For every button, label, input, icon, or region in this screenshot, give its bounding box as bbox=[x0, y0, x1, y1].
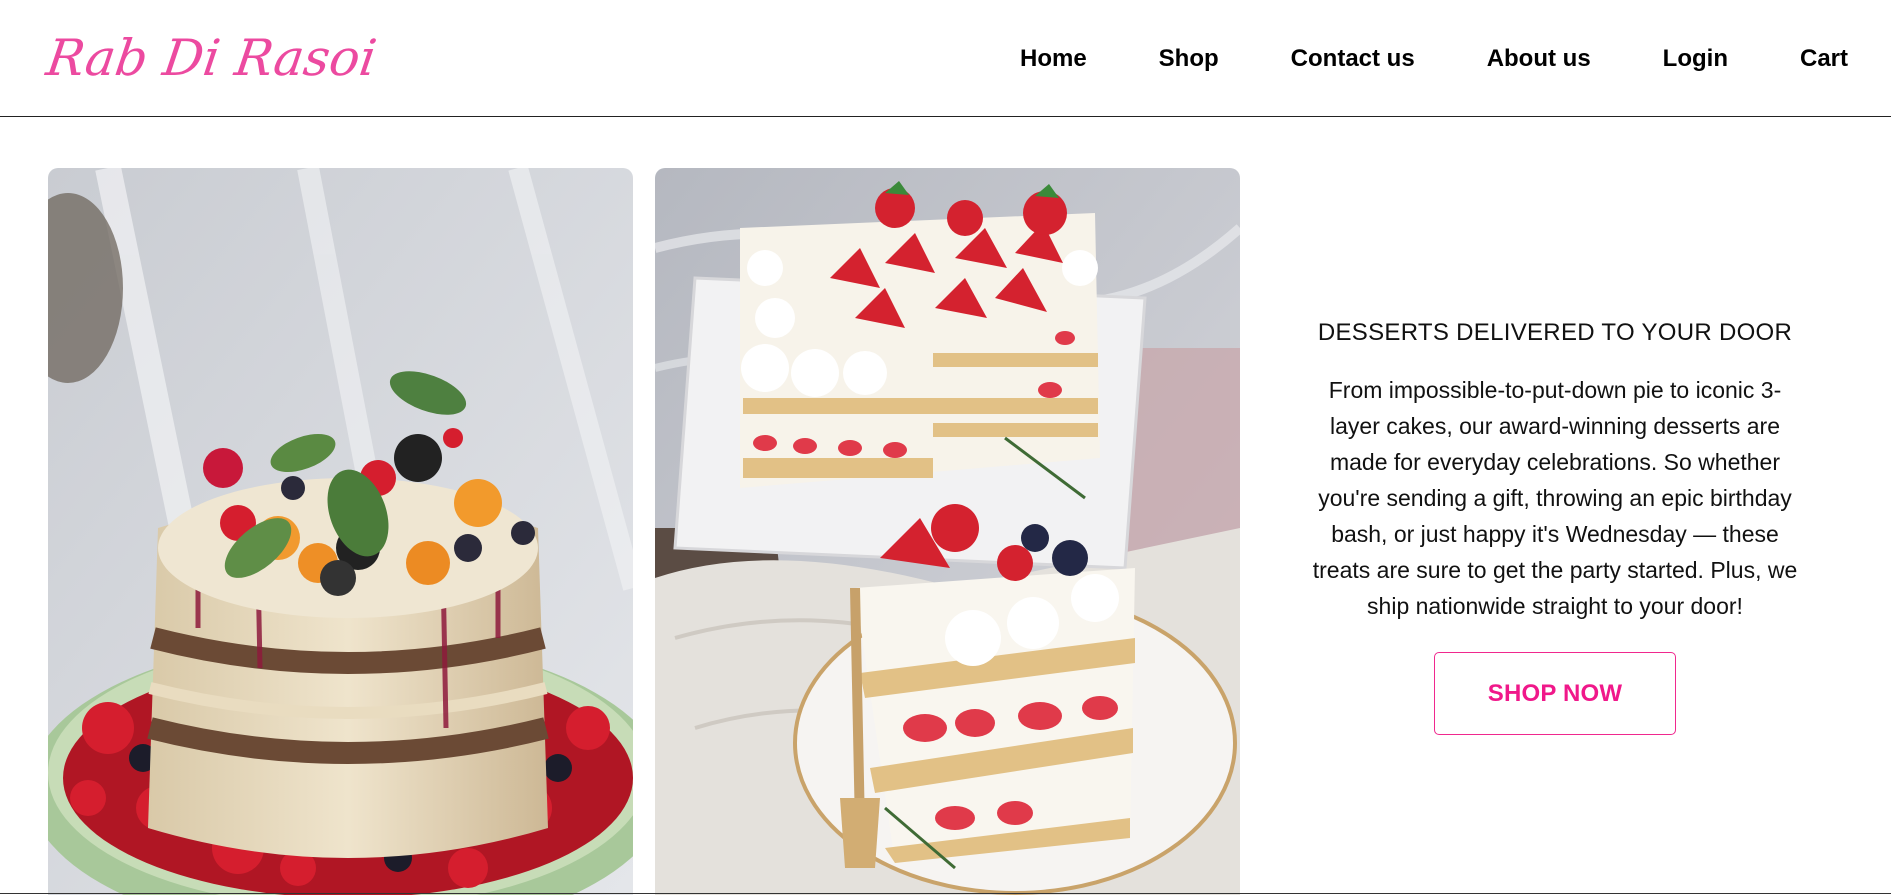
nav-shop-link[interactable]: Shop bbox=[1159, 45, 1219, 73]
promo-description: From impossible-to-put-down pie to iconi… bbox=[1312, 377, 1798, 619]
nav-cart-link[interactable]: Cart bbox=[1800, 45, 1848, 73]
promo-section: DESSERTS DELIVERED TO YOUR DOOR From imp… bbox=[1300, 300, 1810, 735]
naked-fruit-cake-image bbox=[48, 168, 633, 895]
nav-contact-link[interactable]: Contact us bbox=[1291, 45, 1415, 73]
promo-heading: DESSERTS DELIVERED TO YOUR DOOR bbox=[1317, 319, 1793, 346]
section-divider bbox=[0, 893, 1891, 894]
nav-about-link[interactable]: About us bbox=[1487, 45, 1591, 73]
strawberry-shortcake-image bbox=[655, 168, 1240, 895]
nav-login-link[interactable]: Login bbox=[1663, 45, 1728, 73]
brand-logo[interactable]: Rab Di Rasoi bbox=[42, 20, 382, 96]
shop-now-button[interactable]: SHOP NOW bbox=[1434, 652, 1676, 735]
main-nav: Home Shop Contact us About us Login Cart bbox=[1020, 0, 1848, 117]
top-navbar: Rab Di Rasoi Home Shop Contact us About … bbox=[0, 0, 1891, 117]
nav-home-link[interactable]: Home bbox=[1020, 45, 1087, 73]
